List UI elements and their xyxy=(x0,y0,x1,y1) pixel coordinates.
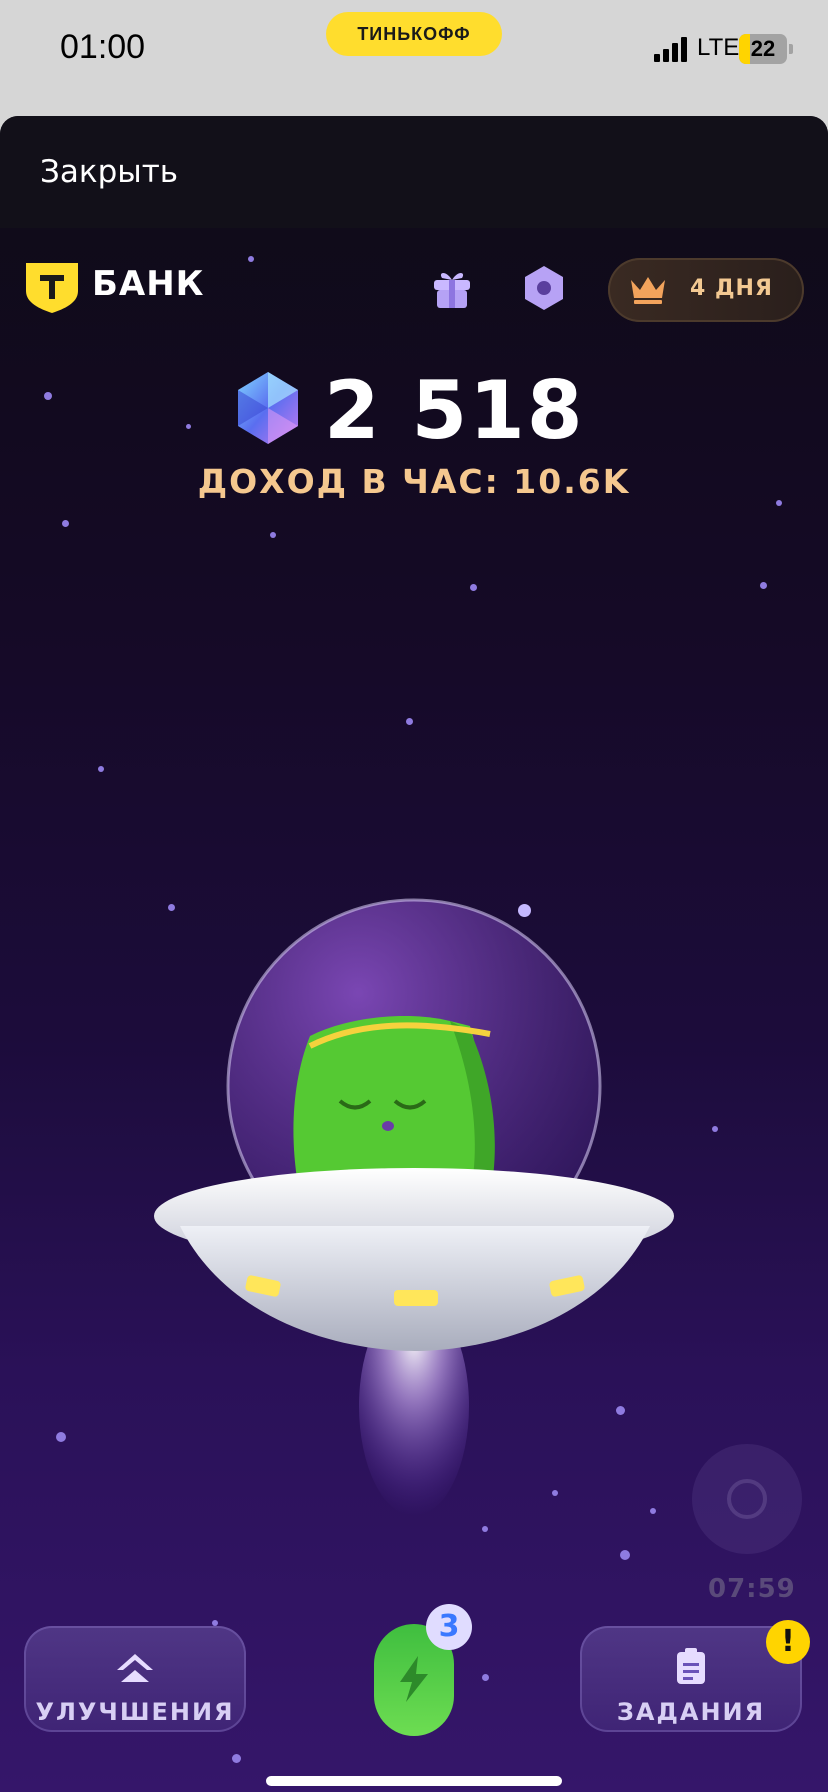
star xyxy=(186,424,191,429)
tbank-logo-icon xyxy=(26,263,78,313)
chevron-up-icon xyxy=(117,1654,153,1682)
crown-icon xyxy=(631,277,665,304)
star xyxy=(232,1754,241,1763)
carrier-pill: ТИНЬКОФФ xyxy=(326,12,502,56)
status-bar: 01:00 ТИНЬКОФФ LTE 22 xyxy=(0,0,828,110)
energy-count-badge: 3 xyxy=(426,1604,472,1650)
upgrades-label: УЛУЧШЕНИЯ xyxy=(35,1698,235,1726)
star xyxy=(270,532,276,538)
star xyxy=(712,1126,718,1132)
streak-button[interactable]: 4 ДНЯ xyxy=(608,258,804,322)
star xyxy=(470,584,477,591)
star xyxy=(98,766,104,772)
star xyxy=(406,718,413,725)
gift-icon[interactable] xyxy=(428,264,476,312)
streak-label: 4 ДНЯ xyxy=(690,276,773,301)
balance-score: 2 518 xyxy=(324,364,585,457)
close-button[interactable]: Закрыть xyxy=(40,154,178,190)
star xyxy=(482,1674,489,1681)
status-time: 01:00 xyxy=(60,28,146,66)
star xyxy=(248,256,254,262)
battery-level: 22 xyxy=(750,36,776,61)
timer-circle-icon[interactable] xyxy=(692,1444,802,1554)
home-indicator xyxy=(266,1776,562,1786)
tasks-alert-badge: ! xyxy=(766,1620,810,1664)
network-type: LTE xyxy=(697,34,740,61)
sheet-header: Закрыть xyxy=(0,116,828,228)
lightning-icon xyxy=(400,1656,428,1702)
tasks-label: ЗАДАНИЯ xyxy=(616,1698,766,1726)
app-sheet: Закрыть БАНК 4 ДНЯ 2 518 ДОХОД В ЧАС: 10… xyxy=(0,116,828,1792)
battery-icon: 22 xyxy=(739,34,787,64)
ufo-character[interactable] xyxy=(150,896,690,1596)
star xyxy=(56,1432,66,1442)
gem-icon xyxy=(238,372,298,444)
clipboard-icon xyxy=(677,1648,705,1684)
timer-label: 07:59 xyxy=(708,1574,796,1604)
signal-icon xyxy=(654,36,690,62)
hexagon-icon[interactable] xyxy=(522,264,566,312)
star xyxy=(760,582,767,589)
upgrades-button[interactable]: УЛУЧШЕНИЯ xyxy=(24,1626,246,1732)
battery-cap xyxy=(789,44,793,54)
logo-text: БАНК xyxy=(92,264,205,304)
star xyxy=(62,520,69,527)
star xyxy=(44,392,52,400)
income-per-hour: ДОХОД В ЧАС: 10.6K xyxy=(197,462,631,501)
